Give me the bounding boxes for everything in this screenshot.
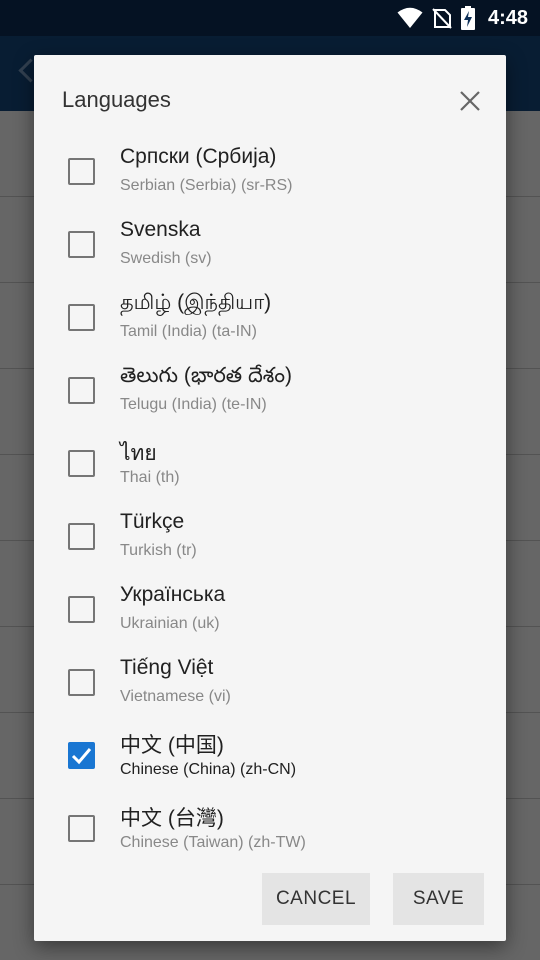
checkbox[interactable] [68, 596, 95, 623]
checkbox[interactable] [68, 450, 95, 477]
language-subtitle: Turkish (tr) [120, 542, 197, 559]
no-sim-icon [432, 8, 452, 29]
language-item-ta-in[interactable]: தமிழ் (இந்தியா) Tamil (India) (ta-IN) [34, 281, 506, 354]
language-item-zh-tw[interactable]: 中文 (台灣) Chinese (Taiwan) (zh-TW) [34, 792, 506, 865]
language-subtitle: Chinese (China) (zh-CN) [120, 761, 297, 778]
language-item-vi[interactable]: Tiếng Việt Vietnamese (vi) [34, 646, 506, 719]
language-item-uk[interactable]: Українська Ukrainian (uk) [34, 573, 506, 646]
language-subtitle: Thai (th) [120, 469, 180, 486]
language-name: తెలుగు (భారత దేశం) [120, 364, 292, 387]
language-item-sr-rs[interactable]: Српски (Србија) Serbian (Serbia) (sr-RS) [34, 135, 506, 208]
wifi-icon [397, 7, 423, 28]
language-item-tr[interactable]: Türkçe Turkish (tr) [34, 500, 506, 573]
language-name: 中文 (中国) [120, 734, 224, 757]
language-subtitle: Chinese (Taiwan) (zh-TW) [120, 834, 306, 851]
save-button[interactable]: SAVE [393, 873, 484, 925]
checkbox[interactable] [68, 669, 95, 696]
battery-charging-icon [460, 6, 475, 30]
checkbox[interactable] [68, 815, 95, 842]
language-name: Српски (Србија) [120, 145, 277, 168]
language-subtitle: Serbian (Serbia) (sr-RS) [120, 177, 293, 194]
language-name: தமிழ் (இந்தியா) [120, 291, 272, 314]
language-name: Tiếng Việt [120, 656, 214, 679]
checkbox[interactable] [68, 158, 95, 185]
language-item-zh-cn[interactable]: 中文 (中国) Chinese (China) (zh-CN) [34, 719, 506, 792]
checkbox[interactable] [68, 231, 95, 258]
close-icon [460, 91, 480, 111]
language-name: Svenska [120, 218, 201, 241]
language-subtitle: Swedish (sv) [120, 250, 212, 267]
language-subtitle: Telugu (India) (te-IN) [120, 396, 267, 413]
screen: 4:48 Languages Српски (Србија) Serbian (… [0, 0, 540, 960]
languages-dialog: Languages Српски (Србија) Serbian (Serbi… [34, 55, 506, 941]
close-button[interactable] [452, 83, 488, 119]
language-subtitle: Ukrainian (uk) [120, 615, 220, 632]
language-name: 中文 (台灣) [120, 807, 224, 830]
checkbox[interactable] [68, 742, 95, 769]
checkbox[interactable] [68, 304, 95, 331]
checkbox[interactable] [68, 523, 95, 550]
language-item-th[interactable]: ไทย Thai (th) [34, 427, 506, 500]
language-name: ไทย [120, 442, 157, 465]
language-subtitle: Vietnamese (vi) [120, 688, 231, 705]
language-list: Српски (Србија) Serbian (Serbia) (sr-RS)… [34, 135, 506, 865]
language-item-sv[interactable]: Svenska Swedish (sv) [34, 208, 506, 281]
status-icons: 4:48 [397, 0, 528, 36]
checkmark-icon [71, 748, 92, 765]
language-subtitle: Tamil (India) (ta-IN) [120, 323, 257, 340]
checkbox[interactable] [68, 377, 95, 404]
dialog-title: Languages [62, 87, 171, 112]
language-item-te-in[interactable]: తెలుగు (భారత దేశం) Telugu (India) (te-IN… [34, 354, 506, 427]
status-time: 4:48 [487, 6, 528, 29]
language-name: Українська [120, 583, 226, 606]
language-name: Türkçe [120, 510, 185, 533]
cancel-button[interactable]: CANCEL [262, 873, 370, 925]
